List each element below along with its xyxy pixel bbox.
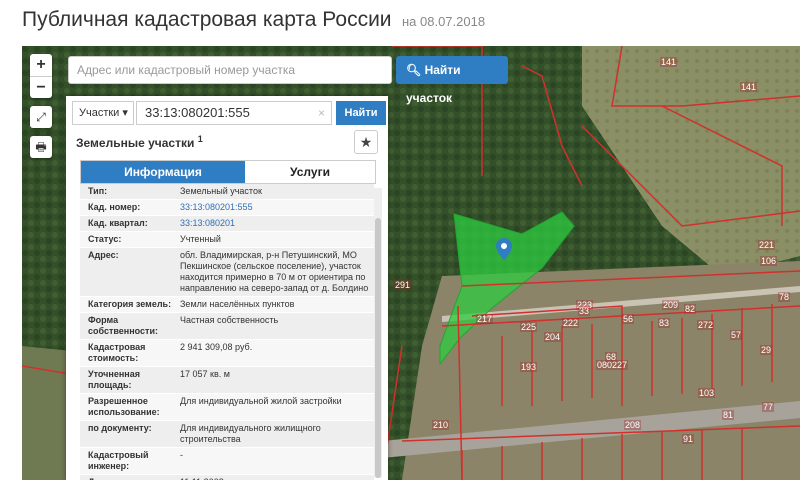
- info-value: Учтенный: [180, 234, 221, 244]
- info-row: Кад. квартал: 33:13:080201: [80, 216, 374, 232]
- info-key: Кад. квартал:: [88, 218, 148, 228]
- panel-title-count: 1: [197, 134, 203, 144]
- parcel-number-label: 272: [697, 320, 715, 330]
- info-row: Дата постановки на учет:11.11.2008: [80, 475, 374, 480]
- page-header: Публичная кадастровая карта России на 08…: [0, 0, 800, 46]
- info-value: 2 941 309,08 руб.: [180, 342, 253, 352]
- parcel-number-label: 91: [682, 434, 695, 444]
- info-value: Земли населённых пунктов: [180, 299, 295, 309]
- info-value-link[interactable]: 33:13:080201: [176, 216, 374, 231]
- info-row: Форма собственности: Частная собственност…: [80, 313, 374, 340]
- tab-information[interactable]: Информация: [81, 161, 245, 183]
- info-key: Кадастровый инженер:: [88, 450, 149, 471]
- panel-find-button[interactable]: Найти: [336, 101, 386, 125]
- parcel-info-table: Тип: Земельный участок Кад. номер: 33:13:08…: [80, 184, 374, 480]
- parcel-number-label: 141: [660, 57, 678, 67]
- panel-search-row: Участки ▾ 33:13:080201:555 × Найти: [72, 101, 386, 125]
- zoom-out-button[interactable]: −: [30, 76, 52, 98]
- cadastral-query-input[interactable]: 33:13:080201:555 ×: [136, 101, 332, 125]
- parcel-number-label: 81: [722, 410, 735, 420]
- parcel-number-label: 103: [698, 388, 716, 398]
- info-value: 11.11.2008: [176, 475, 374, 480]
- zoom-in-button[interactable]: +: [30, 54, 52, 76]
- scrollbar-thumb[interactable]: [375, 218, 381, 478]
- info-row: Кадастровая стоимость: 2 941 309,08 руб.: [80, 340, 374, 367]
- address-search-input[interactable]: Адрес или кадастровый номер участка: [68, 56, 392, 84]
- info-key: Кад. номер:: [88, 202, 141, 212]
- parcel-number-label: 221: [758, 240, 776, 250]
- parcel-number-label: 83: [658, 318, 671, 328]
- info-key: Форма собственности:: [88, 315, 158, 336]
- info-key: Кадастровая стоимость:: [88, 342, 146, 363]
- info-panel: Участки ▾ 33:13:080201:555 × Найти Земел…: [66, 96, 388, 480]
- parcel-number-label: 33: [578, 306, 591, 316]
- parcel-number-label: 82: [684, 304, 697, 314]
- info-value: 17 057 кв. м: [180, 369, 230, 379]
- info-key: Категория земель:: [88, 299, 172, 309]
- info-key: Тип:: [88, 186, 108, 196]
- object-type-value: Участки: [79, 107, 120, 119]
- panel-title: Земельные участки 1: [76, 134, 203, 150]
- search-icon: 🔍︎: [406, 63, 422, 77]
- printer-icon: 🖶: [35, 140, 47, 154]
- info-row: Тип: Земельный участок: [80, 184, 374, 200]
- info-row: по документу: Для индивидуального жилищно…: [80, 421, 374, 448]
- parcel-number-label: 56: [622, 314, 635, 324]
- parcel-number-label: 141: [740, 82, 758, 92]
- info-key: Статус:: [88, 234, 122, 244]
- object-type-select[interactable]: Участки ▾: [72, 101, 134, 125]
- tab-services[interactable]: Услуги: [245, 161, 375, 183]
- favorite-star-button[interactable]: ★: [354, 130, 378, 154]
- print-button[interactable]: 🖶: [30, 136, 52, 158]
- parcel-number-label: 217: [476, 314, 494, 324]
- find-parcel-button[interactable]: 🔍︎ Найти участок: [396, 56, 508, 105]
- info-value: Для индивидуальной жилой застройки: [180, 396, 342, 406]
- parcel-number-label: 57: [730, 330, 743, 340]
- info-key: Дата постановки на учет:: [80, 475, 176, 480]
- panel-title-text: Земельные участки: [76, 136, 195, 150]
- info-value: Частная собственность: [180, 315, 279, 325]
- zoom-control: + −: [30, 54, 52, 98]
- parcel-number-label: 210: [432, 420, 450, 430]
- star-icon: ★: [359, 134, 373, 150]
- parcel-number-label: 225: [520, 322, 538, 332]
- location-pin-icon[interactable]: [496, 238, 512, 260]
- info-value: обл. Владимирская, р-н Петушинский, МО П…: [180, 250, 369, 293]
- info-row: Адрес: обл. Владимирская, р-н Петушинский…: [80, 248, 374, 297]
- clear-icon[interactable]: ×: [318, 102, 325, 124]
- info-key: Адрес:: [88, 250, 119, 260]
- parcel-number-label: 291: [394, 280, 412, 290]
- parcel-number-label: 77: [762, 402, 775, 412]
- fullscreen-button[interactable]: ⤢: [30, 106, 52, 128]
- info-row: Кадастровый инженер: -: [80, 448, 374, 475]
- info-row: Кад. номер: 33:13:080201:555: [80, 200, 374, 216]
- info-value: -: [180, 450, 183, 460]
- parcel-number-label: 209: [662, 300, 680, 310]
- map-view[interactable]: + − ⤢ 🖶 Адрес или кадастровый номер учас…: [22, 46, 800, 480]
- panel-scrollbar[interactable]: [374, 188, 382, 478]
- expand-icon: ⤢: [36, 110, 46, 124]
- parcel-number-label: 68: [605, 352, 618, 362]
- info-key: Уточненная площадь:: [88, 369, 140, 390]
- parcel-number-label: 78: [778, 292, 791, 302]
- info-value: Земельный участок: [180, 186, 262, 196]
- parcel-number-label: 106: [760, 256, 778, 266]
- info-row: Разрешенное использование: Для индивидуал…: [80, 394, 374, 421]
- info-key: по документу:: [88, 423, 152, 433]
- info-row: Уточненная площадь: 17 057 кв. м: [80, 367, 374, 394]
- parcel-number-label: 193: [520, 362, 538, 372]
- info-value-link[interactable]: 33:13:080201:555: [176, 200, 374, 215]
- parcel-number-label: 204: [544, 332, 562, 342]
- info-row: Категория земель: Земли населённых пункто…: [80, 297, 374, 313]
- page-title: Публичная кадастровая карта России: [22, 8, 392, 31]
- parcel-number-label: 208: [624, 420, 642, 430]
- parcel-number-label: 29: [760, 345, 773, 355]
- info-key: Разрешенное использование:: [88, 396, 160, 417]
- parcel-number-label: 222: [562, 318, 580, 328]
- page-date: на 08.07.2018: [401, 14, 486, 29]
- info-row: Статус: Учтенный: [80, 232, 374, 248]
- cadastral-query-value: 33:13:080201:555: [145, 105, 250, 120]
- info-value: Для индивидуального жилищного строительс…: [180, 423, 321, 444]
- panel-tabs: Информация Услуги: [80, 160, 376, 184]
